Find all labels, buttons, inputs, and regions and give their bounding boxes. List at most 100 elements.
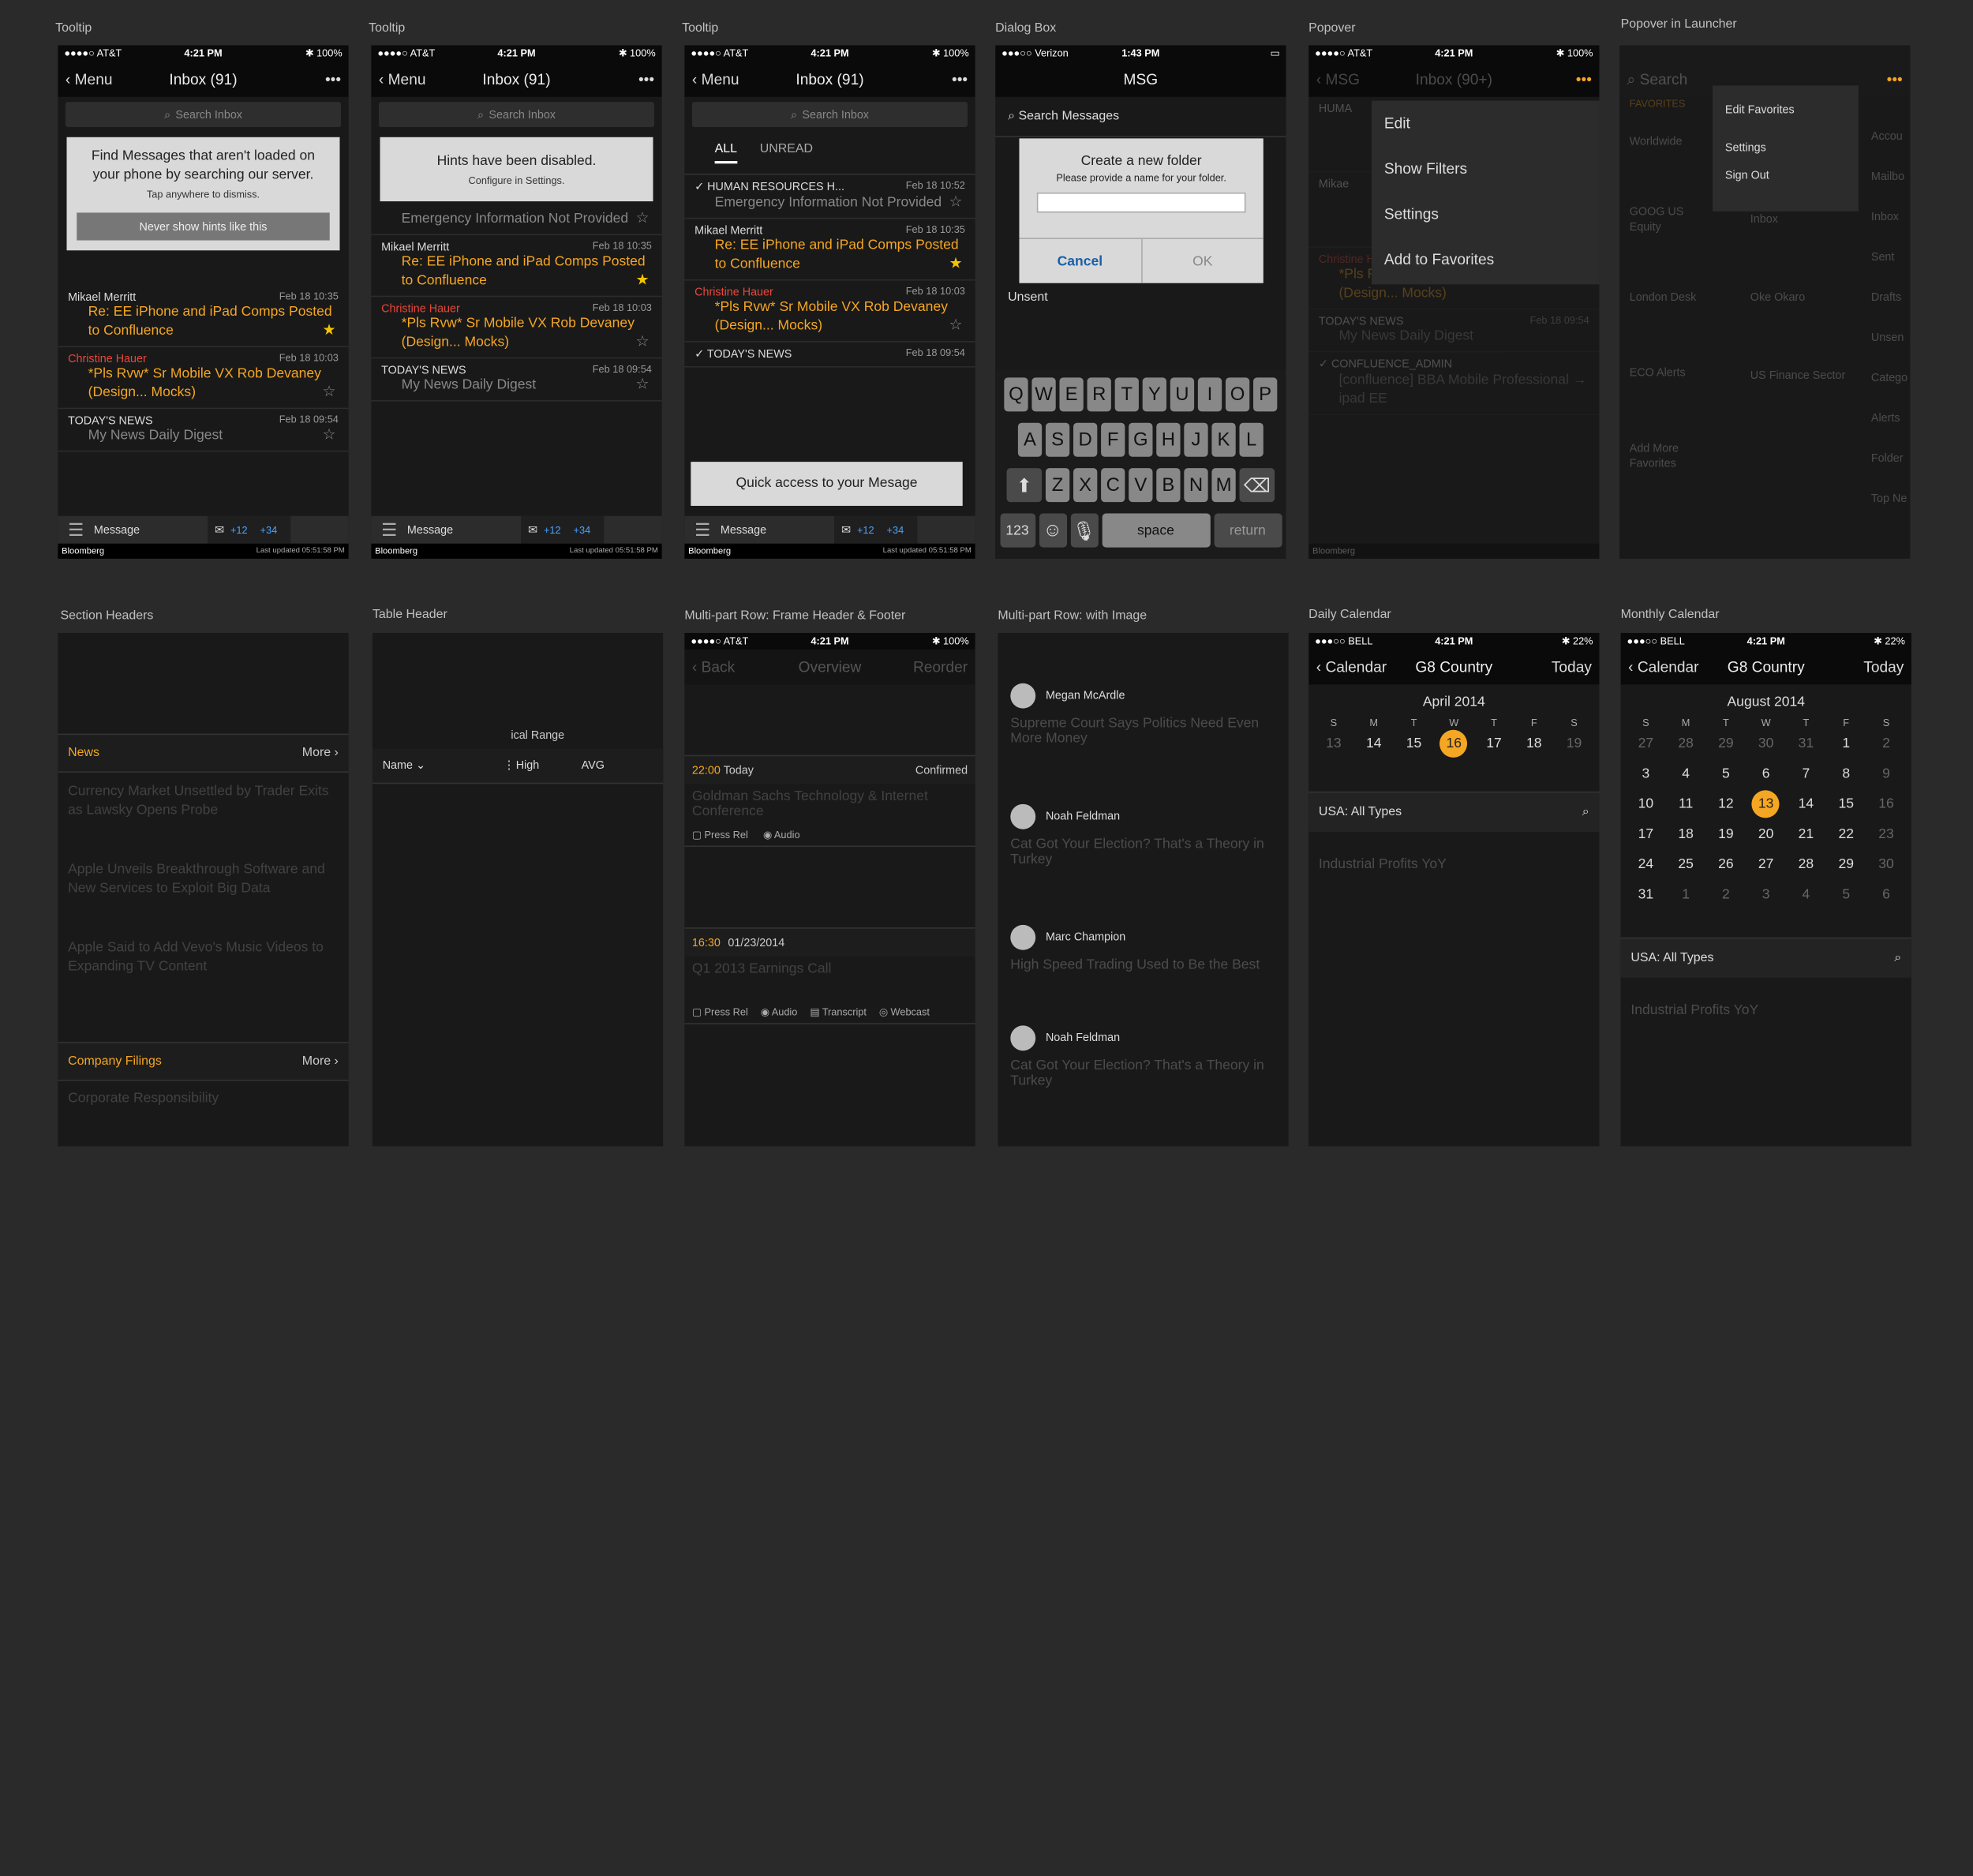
calendar-day[interactable]: 29 bbox=[1712, 730, 1739, 758]
audio-button[interactable]: ◉ Audio bbox=[763, 829, 800, 841]
calendar-day[interactable]: 5 bbox=[1833, 881, 1860, 908]
calendar-day[interactable]: 30 bbox=[1752, 730, 1780, 758]
calendar-day[interactable]: 15 bbox=[1400, 730, 1428, 758]
list-item[interactable]: Mikael Merritt Feb 18 10:35 Re: EE iPhone … bbox=[371, 235, 662, 298]
badge-count[interactable]: +12 bbox=[224, 524, 254, 535]
menu-item-sign-out[interactable]: Sign Out bbox=[1713, 161, 1859, 189]
calendar-day[interactable]: 11 bbox=[1672, 790, 1700, 818]
list-item[interactable]: TODAY'S NEWS Feb 18 09:54 My News Daily Di… bbox=[1308, 309, 1600, 353]
numbers-key[interactable]: 123 bbox=[999, 513, 1035, 548]
section-header-news[interactable]: News More › bbox=[58, 733, 349, 773]
star-icon[interactable]: ★ bbox=[323, 321, 336, 339]
list-item[interactable]: ✓ TODAY'S NEWS Feb 18 09:54 bbox=[684, 343, 975, 368]
list-item[interactable]: Noah Feldman Cat Got Your Election? That'… bbox=[998, 794, 1288, 915]
key-v[interactable]: V bbox=[1129, 468, 1153, 503]
calendar-day[interactable]: 17 bbox=[1632, 821, 1660, 848]
list-item[interactable]: Currency Market Unsettled by Trader Exit… bbox=[68, 783, 339, 861]
calendar-day[interactable]: 3 bbox=[1632, 760, 1660, 788]
list-item[interactable]: Christine Hauer Feb 18 10:03 *Pls Rvw* Sr … bbox=[371, 297, 662, 359]
menu-icon[interactable]: ☰ bbox=[684, 519, 721, 541]
menu-item-edit[interactable]: Edit bbox=[1372, 101, 1600, 146]
webcast-button[interactable]: ◎ Webcast bbox=[879, 1007, 930, 1018]
section-header-filings[interactable]: Company Filings More › bbox=[58, 1042, 349, 1081]
emoji-key[interactable]: ☺ bbox=[1039, 513, 1067, 548]
avg-column-header[interactable]: AVG bbox=[582, 758, 605, 773]
list-item[interactable]: Marc Champion High Speed Trading Used to … bbox=[998, 915, 1288, 1016]
menu-item-settings[interactable]: Settings bbox=[1372, 191, 1600, 236]
search-messages-input[interactable]: ⌕ Search Messages bbox=[995, 97, 1286, 137]
calendar-day[interactable]: 31 bbox=[1792, 730, 1820, 758]
key-n[interactable]: N bbox=[1184, 468, 1208, 503]
key-c[interactable]: C bbox=[1101, 468, 1125, 503]
menu-item-show-filters[interactable]: Show Filters bbox=[1372, 146, 1600, 191]
search-input[interactable]: ⌕ Search bbox=[1627, 69, 1688, 88]
quick-access-tooltip[interactable]: Quick access to your Mesage bbox=[691, 462, 963, 506]
star-icon[interactable]: ☆ bbox=[323, 425, 336, 443]
menu-icon[interactable]: ☰ bbox=[371, 519, 407, 541]
star-icon[interactable]: ☆ bbox=[949, 193, 963, 210]
menu-item-edit-favorites[interactable]: Edit Favorites bbox=[1713, 85, 1859, 133]
key-p[interactable]: P bbox=[1253, 377, 1278, 412]
unsent-folder[interactable]: Unsent bbox=[1008, 290, 1048, 305]
calendar-day[interactable]: 6 bbox=[1872, 881, 1900, 908]
star-icon[interactable]: ☆ bbox=[636, 332, 650, 350]
type-filter-bar[interactable]: USA: All Types ⌕ bbox=[1620, 937, 1911, 978]
key-d[interactable]: D bbox=[1073, 422, 1098, 457]
tab-all[interactable]: ALL bbox=[714, 142, 737, 164]
more-button[interactable]: ••• bbox=[952, 70, 968, 88]
space-key[interactable]: space bbox=[1101, 513, 1211, 548]
calendar-day[interactable]: 2 bbox=[1872, 730, 1900, 758]
calendar-day[interactable]: 31 bbox=[1632, 881, 1660, 908]
transcript-button[interactable]: ▤ Transcript bbox=[810, 1007, 867, 1018]
key-s[interactable]: S bbox=[1045, 422, 1070, 457]
key-j[interactable]: J bbox=[1184, 422, 1208, 457]
calendar-day[interactable]: 15 bbox=[1833, 790, 1860, 818]
calendar-day[interactable]: 3 bbox=[1752, 881, 1780, 908]
press-release-button[interactable]: ▢ Press Rel bbox=[692, 1007, 748, 1018]
calendar-day[interactable]: 10 bbox=[1632, 790, 1660, 818]
backspace-key[interactable]: ⌫ bbox=[1239, 468, 1275, 503]
hint-tooltip[interactable]: Find Messages that aren't loaded on your… bbox=[66, 137, 340, 251]
key-k[interactable]: K bbox=[1211, 422, 1236, 457]
key-y[interactable]: Y bbox=[1142, 377, 1167, 412]
calendar-day[interactable]: 1 bbox=[1833, 730, 1860, 758]
key-g[interactable]: G bbox=[1129, 422, 1153, 457]
list-item[interactable]: Christine Hauer Feb 18 10:03 *Pls Rvw* Sr … bbox=[684, 281, 975, 343]
mail-icon[interactable]: ✉ bbox=[841, 522, 851, 537]
list-item[interactable]: ✓ HUMAN RESOURCES H... Feb 18 10:52 Emerge… bbox=[684, 175, 975, 219]
calendar-day[interactable]: 21 bbox=[1792, 821, 1820, 848]
calendar-day[interactable]: 19 bbox=[1712, 821, 1739, 848]
reorder-button[interactable]: Reorder bbox=[913, 658, 968, 676]
calendar-day[interactable]: 30 bbox=[1872, 851, 1900, 878]
key-h[interactable]: H bbox=[1156, 422, 1181, 457]
calendar-day[interactable]: 18 bbox=[1672, 821, 1700, 848]
calendar-day[interactable]: 16 bbox=[1440, 729, 1468, 758]
calendar-day[interactable]: 22 bbox=[1833, 821, 1860, 848]
calendar-day[interactable]: 5 bbox=[1712, 760, 1739, 788]
calendar-day[interactable]: 1 bbox=[1672, 881, 1700, 908]
calendar-day[interactable]: 27 bbox=[1752, 851, 1780, 878]
name-column-header[interactable]: Name ⌄ bbox=[383, 758, 504, 773]
key-e[interactable]: E bbox=[1059, 377, 1084, 412]
search-inbox-input[interactable]: ⌕ Search Inbox bbox=[65, 102, 342, 128]
list-item[interactable]: Corporate Responsibility bbox=[58, 1081, 348, 1117]
key-l[interactable]: L bbox=[1239, 422, 1264, 457]
ok-button[interactable]: OK bbox=[1142, 239, 1264, 283]
star-icon[interactable]: ☆ bbox=[949, 316, 963, 333]
calendar-day[interactable]: 2 bbox=[1712, 881, 1739, 908]
mail-icon[interactable]: ✉ bbox=[215, 522, 224, 537]
calendar-day[interactable]: 6 bbox=[1752, 760, 1780, 788]
more-link[interactable]: More › bbox=[302, 1054, 339, 1069]
search-inbox-input[interactable]: ⌕ Search Inbox bbox=[378, 102, 655, 128]
calendar-day[interactable]: 28 bbox=[1672, 730, 1700, 758]
alert-count[interactable]: +34 bbox=[254, 524, 284, 535]
calendar-day[interactable]: 4 bbox=[1792, 881, 1820, 908]
more-link[interactable]: More › bbox=[302, 746, 339, 760]
calendar-day[interactable]: 7 bbox=[1792, 760, 1820, 788]
list-item[interactable]: TODAY'S NEWS Feb 18 09:54 My News Daily Di… bbox=[371, 358, 662, 402]
calendar-day[interactable]: 8 bbox=[1833, 760, 1860, 788]
calendar-day[interactable]: 17 bbox=[1480, 730, 1507, 758]
hint-tooltip[interactable]: Hints have been disabled. Configure in Se… bbox=[380, 137, 653, 202]
calendar-day[interactable]: 28 bbox=[1792, 851, 1820, 878]
calendar-day[interactable]: 29 bbox=[1833, 851, 1860, 878]
